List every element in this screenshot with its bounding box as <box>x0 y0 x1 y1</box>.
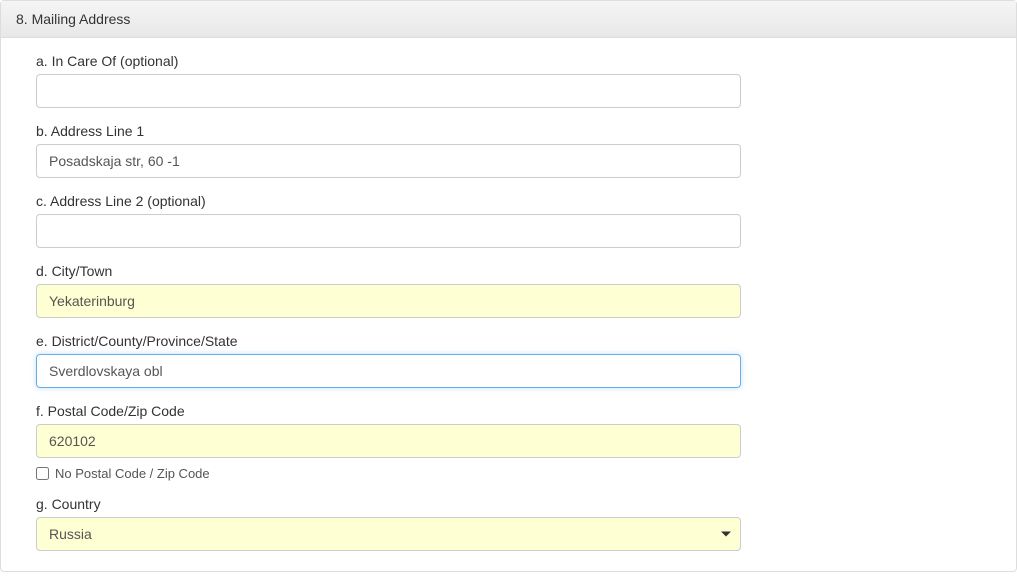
mailing-address-panel: 8. Mailing Address a. In Care Of (option… <box>0 0 1017 572</box>
select-wrapper-country: Russia <box>36 517 741 551</box>
label-address-line-2: c. Address Line 2 (optional) <box>36 193 981 209</box>
select-country[interactable]: Russia <box>36 517 741 551</box>
label-address-line-1: b. Address Line 1 <box>36 123 981 139</box>
form-body: a. In Care Of (optional) b. Address Line… <box>1 38 1016 571</box>
field-in-care-of: a. In Care Of (optional) <box>36 53 981 108</box>
label-postal: f. Postal Code/Zip Code <box>36 403 981 419</box>
label-country: g. Country <box>36 496 981 512</box>
label-district: e. District/County/Province/State <box>36 333 981 349</box>
field-country: g. Country Russia <box>36 496 981 551</box>
label-no-postal: No Postal Code / Zip Code <box>55 466 210 481</box>
field-district: e. District/County/Province/State <box>36 333 981 388</box>
input-city[interactable] <box>36 284 741 318</box>
label-in-care-of: a. In Care Of (optional) <box>36 53 981 69</box>
no-postal-row: No Postal Code / Zip Code <box>36 466 981 481</box>
field-city: d. City/Town <box>36 263 981 318</box>
input-address-line-2[interactable] <box>36 214 741 248</box>
checkbox-no-postal[interactable] <box>36 467 49 480</box>
section-title: 8. Mailing Address <box>16 11 130 27</box>
input-address-line-1[interactable] <box>36 144 741 178</box>
input-district[interactable] <box>36 354 741 388</box>
field-postal: f. Postal Code/Zip Code No Postal Code /… <box>36 403 981 481</box>
field-address-line-2: c. Address Line 2 (optional) <box>36 193 981 248</box>
input-in-care-of[interactable] <box>36 74 741 108</box>
label-city: d. City/Town <box>36 263 981 279</box>
input-postal[interactable] <box>36 424 741 458</box>
section-header: 8. Mailing Address <box>1 1 1016 38</box>
field-address-line-1: b. Address Line 1 <box>36 123 981 178</box>
